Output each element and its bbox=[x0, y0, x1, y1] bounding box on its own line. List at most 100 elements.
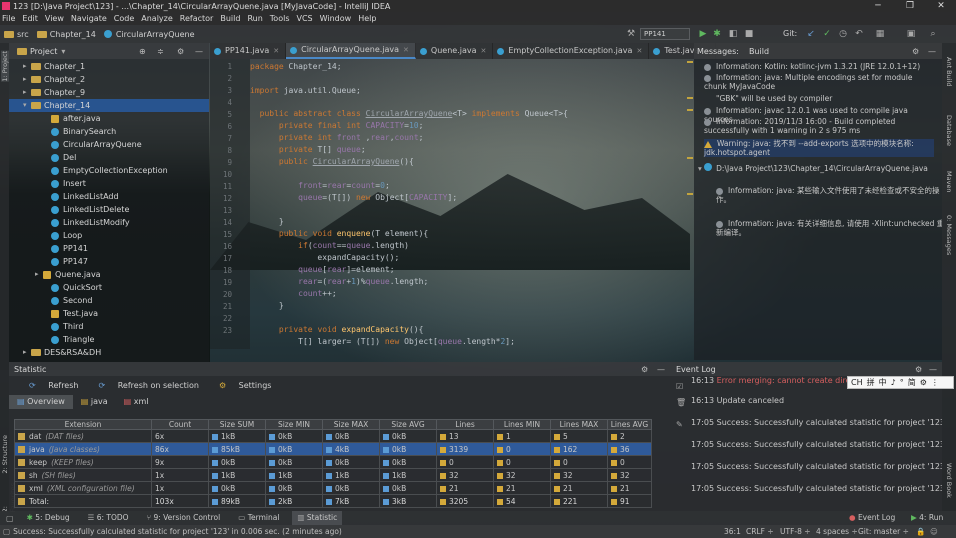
message-file-group[interactable]: ▾ D:\Java Project\123\Chapter_14\Circula… bbox=[698, 163, 928, 173]
wrench-icon[interactable]: ✎ bbox=[676, 420, 683, 429]
tab-xml[interactable]: ▤ xml bbox=[116, 395, 157, 409]
warning-marker[interactable] bbox=[687, 157, 693, 159]
table-row[interactable]: Total: 103x 89kB 2kB 7kB 3kB 3205 54 221 91 bbox=[14, 494, 652, 508]
toggle-windows-icon[interactable]: ▢ bbox=[6, 514, 14, 523]
version-control-tool-tab[interactable]: ⑂ 9: Version Control bbox=[142, 511, 226, 525]
event-log-entry[interactable]: 17:05 Success: Successfully calculated s… bbox=[691, 418, 942, 427]
message-item[interactable]: Warning: java: 找不到 --add-exports 选项中的模块名… bbox=[704, 139, 934, 157]
editor-tab[interactable]: EmptyCollectionException.java ✕ bbox=[493, 43, 650, 59]
stop-icon[interactable]: ■ bbox=[744, 29, 754, 39]
project-tree-item[interactable]: BinarySearch bbox=[9, 125, 209, 138]
debug-tool-tab[interactable]: ✱ 5: Debug bbox=[22, 511, 75, 525]
project-tree-item[interactable]: after.java bbox=[9, 112, 209, 125]
column-header[interactable]: Size MIN bbox=[265, 419, 323, 430]
ime-pinyin-icon[interactable]: 拼 bbox=[867, 377, 875, 388]
chevron-right-icon[interactable]: ▸ bbox=[35, 268, 43, 281]
search-icon[interactable]: ⌕ bbox=[928, 29, 938, 39]
event-log-tool-tab[interactable]: ● Event Log bbox=[844, 511, 900, 525]
run-configuration-select[interactable]: PP141 bbox=[640, 28, 690, 40]
breadcrumb-class[interactable]: CircularArrayQuene bbox=[103, 30, 195, 39]
gear-icon[interactable]: ⚙ bbox=[912, 47, 919, 56]
project-tree-item[interactable]: ▾ Chapter_14 bbox=[9, 99, 209, 112]
project-tree-item[interactable]: PP147 bbox=[9, 255, 209, 268]
project-structure-icon[interactable]: ▦ bbox=[875, 29, 885, 39]
chevron-right-icon[interactable]: ▸ bbox=[23, 60, 31, 73]
message-item[interactable]: Information: java: 某些输入文件使用了未经检查或不安全的操作。 bbox=[716, 186, 942, 204]
run-icon[interactable]: ▶ bbox=[698, 29, 708, 39]
project-tree-item[interactable]: Third bbox=[9, 320, 209, 333]
project-tree-item[interactable]: LinkedListModify bbox=[9, 216, 209, 229]
word-book-tool-button[interactable]: Word Book bbox=[945, 463, 953, 498]
refresh-button[interactable]: ⟳ Refresh bbox=[19, 381, 78, 390]
debug-icon[interactable]: ✱ bbox=[712, 29, 722, 39]
column-header[interactable]: Size MAX bbox=[322, 419, 380, 430]
project-tree-item[interactable]: ▸ Chapter_9 bbox=[9, 86, 209, 99]
collapse-all-icon[interactable]: ≑ bbox=[157, 47, 164, 56]
ide-icon[interactable]: ▣ bbox=[906, 29, 916, 39]
maven-tool-button[interactable]: Maven bbox=[945, 171, 953, 193]
vcs-commit-icon[interactable]: ✓ bbox=[822, 29, 832, 39]
tab-java[interactable]: ▤ java bbox=[73, 395, 116, 409]
indent-setting[interactable]: 4 spaces ÷ bbox=[816, 527, 858, 536]
ime-simplified-icon[interactable]: 简 bbox=[908, 377, 916, 388]
menu-build[interactable]: Build bbox=[220, 14, 240, 23]
close-tab-icon[interactable]: ✕ bbox=[481, 43, 487, 59]
project-tree-item[interactable]: ▸ Chapter_1 bbox=[9, 60, 209, 73]
project-tree-item[interactable]: ▸ Quene.java bbox=[9, 268, 209, 281]
breadcrumb-src[interactable]: src bbox=[4, 30, 29, 39]
menu-view[interactable]: View bbox=[45, 14, 64, 23]
status-message[interactable]: Success: Successfully calculated statist… bbox=[13, 527, 342, 536]
menu-help[interactable]: Help bbox=[358, 14, 376, 23]
project-tree-item[interactable]: ▸ DES&RSA&DH bbox=[9, 346, 209, 359]
refresh-on-selection-toggle[interactable]: ⟳ Refresh on selection bbox=[88, 381, 198, 390]
message-item[interactable]: Information: Kotlin: kotlinc-jvm 1.3.21 … bbox=[704, 62, 934, 71]
git-branch[interactable]: Git: master ÷ bbox=[858, 527, 909, 536]
event-log-entry[interactable]: 17:05 Success: Successfully calculated s… bbox=[691, 440, 942, 449]
editor-error-stripe[interactable] bbox=[686, 59, 694, 349]
gear-icon[interactable]: ⚙ bbox=[177, 47, 184, 56]
event-log-entry[interactable]: 16:13 Error merging: cannot create direc… bbox=[691, 376, 858, 385]
close-button[interactable]: ✕ bbox=[926, 0, 956, 12]
warning-marker[interactable] bbox=[687, 109, 693, 111]
project-view-select[interactable]: Project bbox=[30, 47, 57, 56]
project-tree-item[interactable]: Test.java bbox=[9, 307, 209, 320]
caret-position[interactable]: 36:1 bbox=[724, 527, 741, 536]
locate-icon[interactable]: ⊕ bbox=[139, 47, 146, 56]
menu-tools[interactable]: Tools bbox=[270, 14, 290, 23]
vcs-history-icon[interactable]: ◷ bbox=[838, 29, 848, 39]
ime-lang[interactable]: CH bbox=[851, 378, 863, 387]
ime-moon-icon[interactable]: ♪ bbox=[891, 378, 896, 387]
column-header[interactable]: Size AVG bbox=[379, 419, 437, 430]
ime-chinese-icon[interactable]: 中 bbox=[879, 377, 887, 388]
event-log-entry[interactable]: 17:05 Success: Successfully calculated s… bbox=[691, 484, 942, 493]
column-header[interactable]: Count bbox=[151, 419, 209, 430]
column-header[interactable]: Lines bbox=[436, 419, 494, 430]
chevron-right-icon[interactable]: ▸ bbox=[23, 346, 31, 359]
column-header[interactable]: Size SUM bbox=[208, 419, 266, 430]
chevron-down-icon[interactable]: ▾ bbox=[23, 99, 31, 112]
file-encoding[interactable]: UTF-8 ÷ bbox=[780, 527, 811, 536]
project-tree-item[interactable]: PP141 bbox=[9, 242, 209, 255]
menu-file[interactable]: File bbox=[2, 14, 15, 23]
ime-settings-icon[interactable]: ⚙ bbox=[920, 378, 927, 387]
table-row[interactable]: sh (SH files) 1x 1kB 1kB 1kB 1kB 32 32 32 32 bbox=[14, 468, 652, 482]
project-tree-item[interactable]: LinkedListAdd bbox=[9, 190, 209, 203]
message-item[interactable]: "GBK" will be used by compiler bbox=[716, 94, 942, 103]
build-tab[interactable]: Build bbox=[749, 47, 769, 56]
lock-icon[interactable]: 🔒 bbox=[916, 527, 925, 536]
chevron-right-icon[interactable]: ▸ bbox=[23, 86, 31, 99]
ant-build-tool-button[interactable]: Ant Build bbox=[945, 57, 953, 87]
message-item[interactable]: Information: java: 有关详细信息, 请使用 -Xlint:un… bbox=[716, 219, 942, 237]
column-header[interactable]: Lines MAX bbox=[550, 419, 608, 430]
gear-icon[interactable]: ⚙ bbox=[915, 365, 922, 374]
message-item[interactable]: Information: 2019/11/3 16:00 - Build com… bbox=[704, 117, 934, 135]
editor-tab[interactable]: CircularArrayQuene.java ✕ bbox=[286, 43, 416, 59]
project-tree-item[interactable]: ▸ Chapter_2 bbox=[9, 73, 209, 86]
terminal-tool-tab[interactable]: ▭ Terminal bbox=[233, 511, 284, 525]
minimize-button[interactable]: ─ bbox=[863, 0, 893, 12]
project-tree-item[interactable]: Triangle bbox=[9, 333, 209, 346]
project-tree-item[interactable]: Second bbox=[9, 294, 209, 307]
structure-tool-button[interactable]: 2: Structure bbox=[1, 435, 9, 474]
statistic-tool-tab[interactable]: ▥ Statistic bbox=[292, 511, 343, 525]
close-tab-icon[interactable]: ✕ bbox=[273, 43, 279, 59]
